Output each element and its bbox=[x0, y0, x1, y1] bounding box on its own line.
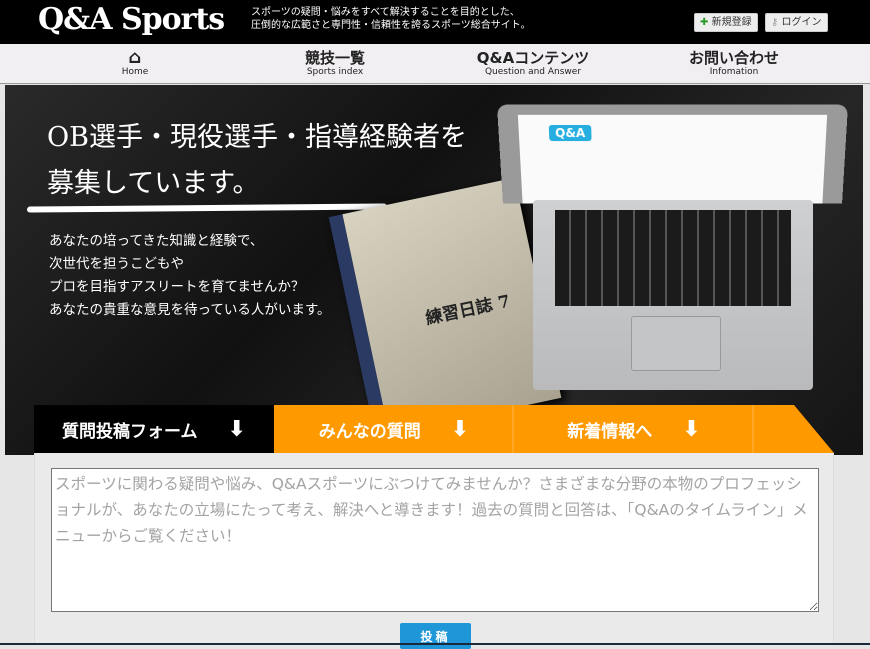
notebook-label: 練習日誌 7 bbox=[423, 291, 512, 329]
trackpad bbox=[631, 316, 721, 371]
hero-title: OB選手・現役選手・指導経験者を 募集しています。 bbox=[47, 115, 487, 207]
hero-title-line: OB選手・現役選手・指導経験者を bbox=[47, 122, 467, 153]
nav-home[interactable]: ⌂ Home bbox=[35, 47, 235, 77]
laptop-screen: Q&A bbox=[496, 104, 849, 204]
tagline-line: スポーツの疑問・悩みをすべて解決することを目的とした、 bbox=[251, 7, 520, 18]
tab-label: 新着情報へ bbox=[567, 421, 653, 442]
nav-sports-index[interactable]: 競技一覧 Sports index bbox=[235, 47, 435, 77]
submit-button[interactable]: 投稿 bbox=[400, 623, 471, 649]
tab-question-form[interactable]: 質問投稿フォーム ⬇ bbox=[34, 405, 274, 453]
nav-sublabel: Sports index bbox=[306, 67, 364, 77]
nav-sublabel: Question and Answer bbox=[484, 67, 582, 77]
hero-body-line: あなたの培ってきた知識と経験で、 bbox=[49, 233, 264, 249]
arrow-down-icon: ⬇ bbox=[450, 416, 470, 442]
login-label: ログイン bbox=[781, 17, 822, 28]
tagline: スポーツの疑問・悩みをすべて解決することを目的とした、 圧倒的な広範さと専門性・… bbox=[251, 6, 531, 32]
nav-label: Q&Aコンテンツ bbox=[476, 49, 590, 67]
hero-body: あなたの培ってきた知識と経験で、 次世代を担うこどもや プロを目指すアスリートを… bbox=[49, 230, 330, 322]
register-button[interactable]: ✚ 新規登録 bbox=[694, 13, 758, 32]
nav-label: Home bbox=[121, 67, 149, 77]
hero-body-line: プロを目指すアスリートを育てませんか？ bbox=[49, 279, 305, 295]
nav-sublabel: Infomation bbox=[709, 67, 759, 77]
arrow-down-icon: ⬇ bbox=[682, 416, 701, 442]
question-form: 投稿 bbox=[34, 453, 834, 649]
main-nav: ⌂ Home 競技一覧 Sports index Q&Aコンテンツ Question … bbox=[0, 44, 870, 84]
tab-news[interactable]: 新着情報へ ⬇ bbox=[514, 405, 754, 453]
tab-label: みんなの質問 bbox=[318, 421, 421, 442]
tab-everyone-questions[interactable]: みんなの質問 ⬇ bbox=[274, 405, 514, 453]
question-textarea[interactable] bbox=[51, 468, 819, 612]
hero-body-line: あなたの貴重な意見を待っている人がいます。 bbox=[49, 302, 331, 318]
nav-qa-contents[interactable]: Q&Aコンテンツ Question and Answer bbox=[433, 47, 633, 77]
login-button[interactable]: ⚷ ログイン bbox=[765, 13, 828, 32]
site-logo[interactable]: Q&A Sports bbox=[38, 2, 225, 37]
tab-label: 質問投稿フォーム bbox=[62, 421, 198, 442]
key-icon: ⚷ bbox=[771, 17, 779, 28]
section-tabs: 質問投稿フォーム ⬇ みんなの質問 ⬇ 新着情報へ ⬇ bbox=[34, 405, 834, 453]
home-icon: ⌂ bbox=[128, 47, 142, 68]
nav-contact[interactable]: お問い合わせ Infomation bbox=[634, 47, 834, 77]
laptop-keyboard-image bbox=[533, 200, 813, 390]
tagline-line: 圧倒的な広範さと専門性・信頼性を誇るスポーツ総合サイト。 bbox=[251, 20, 531, 31]
hero-banner: OB選手・現役選手・指導経験者を 募集しています。 あなたの培ってきた知識と経験で… bbox=[5, 85, 863, 455]
register-label: 新規登録 bbox=[711, 17, 752, 28]
nav-label: お問い合わせ bbox=[688, 49, 779, 67]
nav-label: 競技一覧 bbox=[304, 49, 365, 67]
qa-badge: Q&A bbox=[548, 124, 592, 142]
plus-icon: ✚ bbox=[700, 17, 709, 28]
top-bar: Q&A Sports スポーツの疑問・悩みをすべて解決することを目的とした、 圧… bbox=[0, 0, 870, 44]
arrow-down-icon: ⬇ bbox=[227, 416, 246, 442]
notebook-image: 練習日誌 7 bbox=[328, 177, 562, 438]
hero-body-line: 次世代を担うこどもや bbox=[49, 256, 184, 272]
